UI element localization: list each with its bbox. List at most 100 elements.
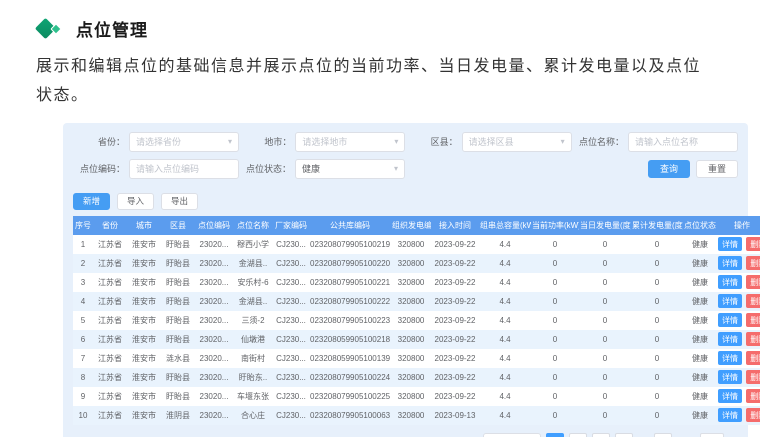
page-button-1[interactable]: 1 [546, 433, 564, 437]
column-header: 公共库编码 [309, 216, 391, 235]
page-title: 点位管理 [76, 16, 148, 41]
cell-vendor-code: CJ230... [273, 292, 309, 311]
delete-button[interactable]: 删除 [746, 408, 760, 422]
table-row: 9 江苏省 淮安市 盱眙县 23020... 车堰东张 CJ230... 023… [73, 387, 760, 406]
goto-page-input[interactable] [700, 433, 724, 437]
point-name-input[interactable] [628, 132, 738, 152]
cell-daily-energy: 0 [579, 368, 631, 387]
cell-point-name: 安乐村-6 [233, 273, 273, 292]
cell-index: 2 [73, 254, 93, 273]
delete-button[interactable]: 删除 [746, 237, 760, 251]
cell-power: 0 [531, 235, 579, 254]
cell-capacity: 4.4 [479, 349, 531, 368]
province-select[interactable]: 请选择省份 ▾ [129, 132, 239, 152]
cell-power: 0 [531, 330, 579, 349]
point-code-input[interactable] [129, 159, 239, 179]
cell-daily-energy: 0 [579, 273, 631, 292]
table-row: 10 江苏省 淮安市 淮阴县 23020... 合心庄 CJ230... 023… [73, 406, 760, 425]
city-select[interactable]: 请选择地市 ▾ [295, 132, 405, 152]
province-placeholder: 请选择省份 [136, 135, 228, 148]
chevron-down-icon: ▾ [394, 137, 398, 146]
export-button[interactable]: 导出 [161, 193, 198, 210]
table-row: 4 江苏省 淮安市 盱眙县 23020... 金湖县.. CJ230... 02… [73, 292, 760, 311]
cell-point-name: 穆西小学 [233, 235, 273, 254]
cell-grid-code: 320800 [391, 235, 431, 254]
page-button-4[interactable]: 4 [615, 433, 633, 437]
cell-daily-energy: 0 [579, 254, 631, 273]
cell-point-code: 23020... [195, 406, 233, 425]
cell-actions: 详情 删除 [717, 330, 760, 349]
cell-power: 0 [531, 387, 579, 406]
page-button-3[interactable]: 3 [592, 433, 610, 437]
cell-district: 盱眙县 [161, 292, 195, 311]
detail-button[interactable]: 详情 [718, 332, 742, 346]
detail-button[interactable]: 详情 [718, 351, 742, 365]
page-size-select[interactable]: 10条/页 ▾ [483, 433, 541, 437]
cell-capacity: 4.4 [479, 273, 531, 292]
detail-button[interactable]: 详情 [718, 256, 742, 270]
point-status-label: 点位状态： [239, 162, 291, 175]
cell-daily-energy: 0 [579, 292, 631, 311]
cell-total-energy: 0 [631, 406, 683, 425]
delete-button[interactable]: 删除 [746, 351, 760, 365]
cell-total-energy: 0 [631, 235, 683, 254]
cell-city: 淮安市 [127, 311, 161, 330]
cell-power: 0 [531, 349, 579, 368]
delete-button[interactable]: 删除 [746, 389, 760, 403]
column-header: 点位名称 [233, 216, 273, 235]
cell-actions: 详情 删除 [717, 387, 760, 406]
cell-public-code: 023208079905100063 [309, 406, 391, 425]
cell-capacity: 4.4 [479, 311, 531, 330]
status-badge: 健康 [683, 273, 717, 292]
cell-vendor-code: CJ230... [273, 235, 309, 254]
cell-index: 1 [73, 235, 93, 254]
cell-vendor-code: CJ230... [273, 406, 309, 425]
cell-district: 盱眙县 [161, 254, 195, 273]
search-button[interactable]: 查询 [648, 160, 690, 178]
cell-district: 淮阴县 [161, 406, 195, 425]
point-status-select[interactable]: 健康 ▾ [295, 159, 405, 179]
cell-total-energy: 0 [631, 387, 683, 406]
delete-button[interactable]: 删除 [746, 256, 760, 270]
detail-button[interactable]: 详情 [718, 408, 742, 422]
page-button-2[interactable]: 2 [569, 433, 587, 437]
detail-button[interactable]: 详情 [718, 389, 742, 403]
cell-join-time: 2023-09-22 [431, 368, 479, 387]
delete-button[interactable]: 删除 [746, 294, 760, 308]
cell-city: 淮安市 [127, 254, 161, 273]
cell-join-time: 2023-09-22 [431, 235, 479, 254]
cell-total-energy: 0 [631, 273, 683, 292]
cell-public-code: 023208079905100225 [309, 387, 391, 406]
cell-grid-code: 320800 [391, 292, 431, 311]
detail-button[interactable]: 详情 [718, 313, 742, 327]
chevron-down-icon: ▾ [394, 164, 398, 173]
detail-button[interactable]: 详情 [718, 237, 742, 251]
delete-button[interactable]: 删除 [746, 313, 760, 327]
reset-button[interactable]: 重置 [696, 160, 738, 178]
detail-button[interactable]: 详情 [718, 294, 742, 308]
cell-point-code: 23020... [195, 311, 233, 330]
cell-power: 0 [531, 311, 579, 330]
cell-actions: 详情 删除 [717, 254, 760, 273]
cell-capacity: 4.4 [479, 387, 531, 406]
add-button[interactable]: 新增 [73, 193, 110, 210]
detail-button[interactable]: 详情 [718, 275, 742, 289]
cell-grid-code: 320800 [391, 368, 431, 387]
cell-power: 0 [531, 273, 579, 292]
import-button[interactable]: 导入 [117, 193, 154, 210]
cell-point-code: 23020... [195, 368, 233, 387]
cell-point-code: 23020... [195, 387, 233, 406]
cell-total-energy: 0 [631, 311, 683, 330]
column-header: 区县 [161, 216, 195, 235]
detail-button[interactable]: 详情 [718, 370, 742, 384]
delete-button[interactable]: 删除 [746, 275, 760, 289]
district-select[interactable]: 请选择区县 ▾ [462, 132, 572, 152]
cell-daily-energy: 0 [579, 406, 631, 425]
page-button-last[interactable]: 14 [654, 433, 672, 437]
delete-button[interactable]: 删除 [746, 370, 760, 384]
cell-vendor-code: CJ230... [273, 368, 309, 387]
cell-grid-code: 320800 [391, 273, 431, 292]
page-description: 展示和编辑点位的基础信息并展示点位的当前功率、当日发电量、累计发电量以及点位状态… [36, 53, 714, 111]
point-name-filter: 点位名称： [572, 132, 738, 152]
delete-button[interactable]: 删除 [746, 332, 760, 346]
